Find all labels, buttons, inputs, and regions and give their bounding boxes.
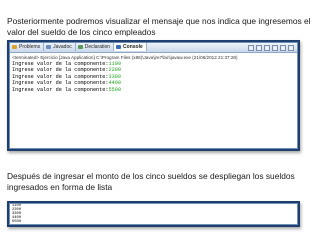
- intro-text: Posteriormente podremos visualizar el me…: [7, 16, 311, 37]
- tab-console[interactable]: Console: [114, 43, 147, 51]
- minimize-icon[interactable]: [288, 44, 294, 51]
- declaration-icon: [77, 45, 83, 49]
- javadoc-icon: [46, 45, 52, 49]
- console-output: Ingrese valor de la componente:1100 Ingr…: [12, 61, 295, 93]
- stop-icon[interactable]: [248, 44, 254, 51]
- tab-problems[interactable]: Problems: [10, 43, 45, 51]
- view-tab-bar: Problems Javadoc Declaration Console: [10, 43, 297, 53]
- remove-launch-icon[interactable]: [256, 44, 262, 51]
- tab-javadoc[interactable]: Javadoc: [44, 43, 76, 51]
- clear-console-icon[interactable]: [264, 44, 270, 51]
- scroll-lock-icon[interactable]: [272, 44, 278, 51]
- console-panel: Problems Javadoc Declaration Console <te…: [9, 42, 298, 149]
- tab-declaration[interactable]: Declaration: [76, 43, 115, 51]
- output-list-screenshot: 1100 2200 3300 4400 5500: [7, 201, 300, 227]
- output-list-panel: 1100 2200 3300 4400 5500: [9, 203, 298, 225]
- problems-icon: [12, 45, 17, 49]
- console-icon: [116, 45, 122, 49]
- console-launch-header: <terminated> Ejercicio [Java Application…: [12, 55, 238, 60]
- result-text: Después de ingresar el monto de los cinc…: [7, 171, 295, 192]
- pin-console-icon[interactable]: [280, 44, 286, 51]
- console-line: Ingrese valor de la componente:5500: [12, 86, 121, 93]
- eclipse-console-screenshot: Problems Javadoc Declaration Console <te…: [7, 40, 300, 151]
- output-value: 5500: [12, 220, 22, 225]
- console-toolbar: [248, 43, 297, 52]
